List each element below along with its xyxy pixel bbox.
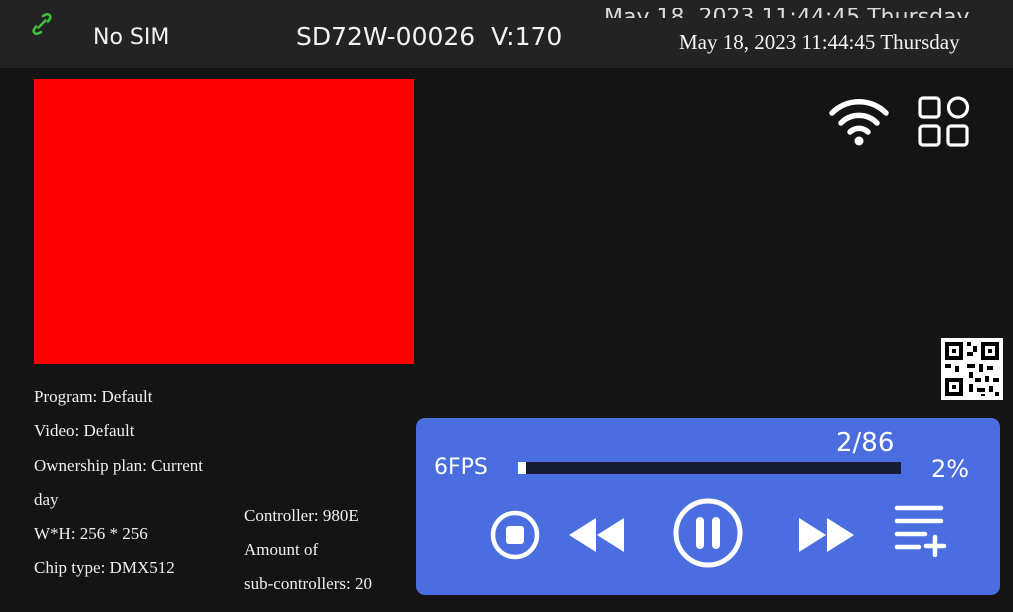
controller-label: Controller: 980E bbox=[244, 506, 359, 525]
size-label: W*H: 256 * 256 bbox=[34, 524, 148, 543]
ownership-plan-label-cont: day bbox=[34, 490, 59, 509]
progress-percent: 2% bbox=[931, 455, 970, 483]
playlist-add-button[interactable] bbox=[893, 503, 947, 557]
device-id: SD72W-00026 bbox=[296, 22, 476, 51]
device-info: SD72W-00026 V:170 bbox=[296, 22, 562, 51]
chip-type-label: Chip type: DMX512 bbox=[34, 558, 175, 577]
datetime-overflow: May 18, 2023 11:44:45 Thursday bbox=[604, 8, 1002, 18]
pause-button[interactable] bbox=[672, 497, 744, 569]
progress-bar[interactable] bbox=[518, 462, 901, 474]
rewind-button[interactable] bbox=[566, 514, 628, 556]
link-icon bbox=[32, 12, 52, 36]
stop-button[interactable] bbox=[489, 509, 541, 561]
ownership-plan-label: Ownership plan: Current bbox=[34, 456, 204, 475]
progress-fill bbox=[518, 462, 526, 474]
program-label: Program: Default bbox=[34, 387, 153, 406]
datetime: May 18, 2023 11:44:45 Thursday bbox=[679, 30, 960, 54]
sub-controllers-label: Amount of bbox=[244, 540, 319, 559]
fast-forward-button[interactable] bbox=[795, 514, 857, 556]
program-count: 2/86 bbox=[836, 428, 895, 458]
wifi-icon[interactable] bbox=[828, 95, 890, 147]
qr-code-icon[interactable] bbox=[941, 338, 1003, 400]
video-label: Video: Default bbox=[34, 421, 135, 440]
firmware-version: V:170 bbox=[491, 22, 563, 51]
apps-grid-icon[interactable] bbox=[918, 96, 970, 148]
sim-status: No SIM bbox=[93, 25, 170, 50]
sub-controllers-label-cont: sub-controllers: 20 bbox=[244, 574, 372, 593]
fps-label: 6FPS bbox=[434, 455, 488, 480]
program-preview bbox=[34, 79, 414, 364]
